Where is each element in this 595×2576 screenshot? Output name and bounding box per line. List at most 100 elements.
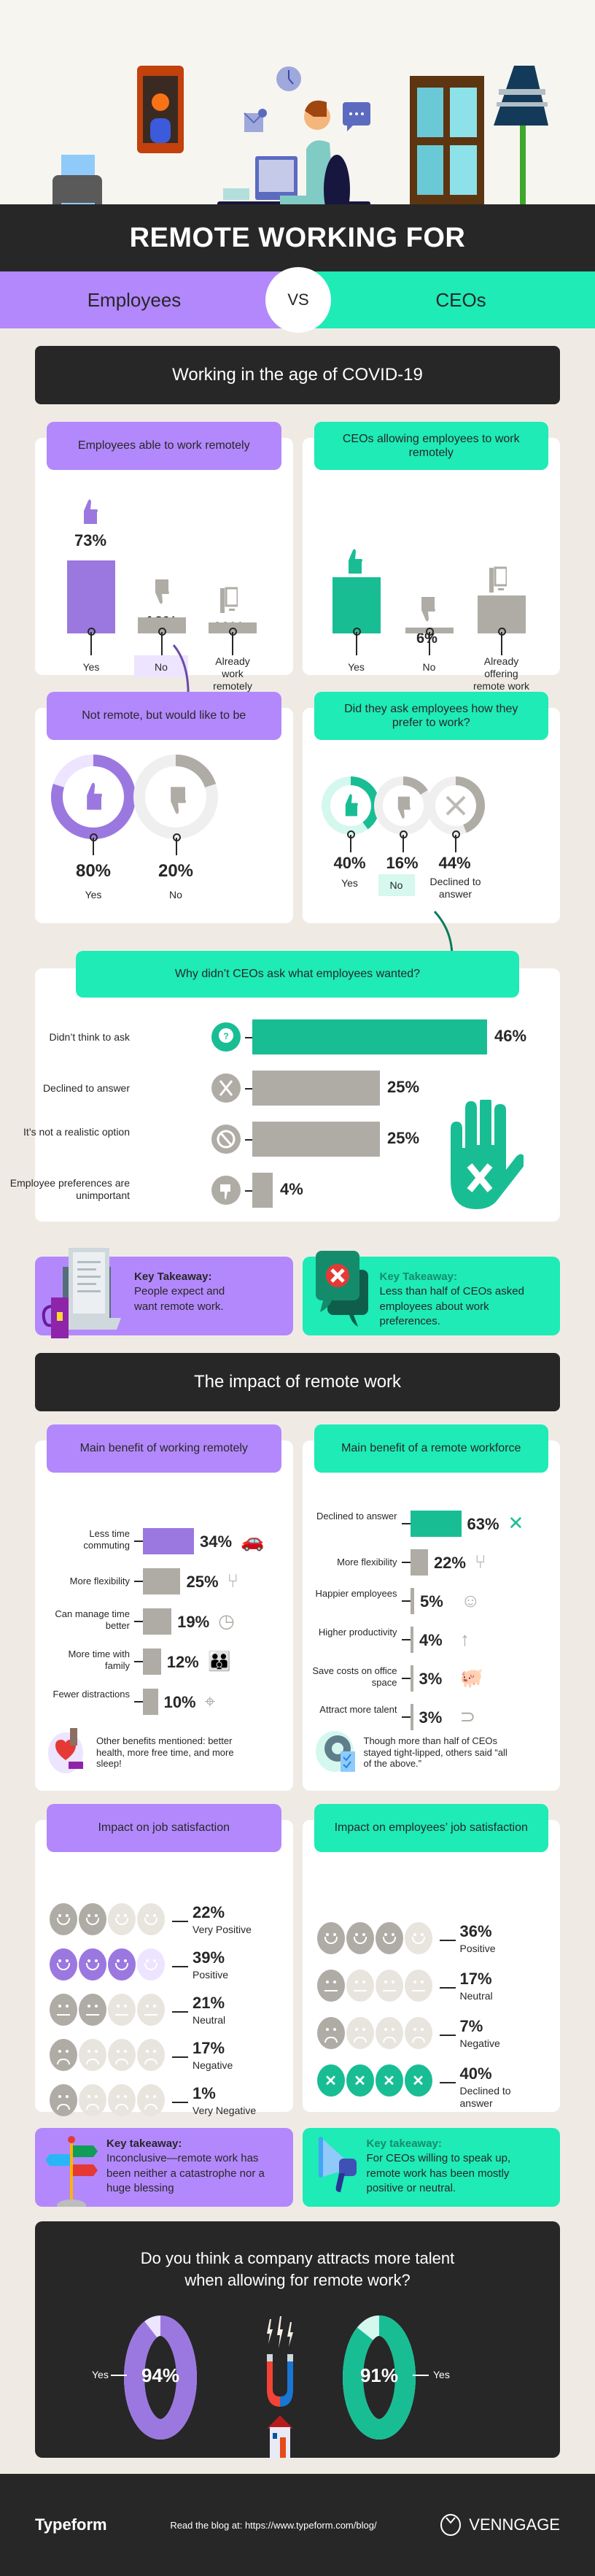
benefit-bar: [143, 1608, 172, 1635]
ceos-label: CEOs: [298, 271, 595, 328]
benefit-label: More flexibility: [337, 1557, 397, 1567]
satisfaction-row: 22% Very Positive: [50, 1903, 293, 1938]
declined-face-icon: ✕: [316, 2064, 345, 2097]
card-benefit-employees: Main benefit of working remotely Less ti…: [35, 1424, 293, 1791]
pointer: [173, 833, 181, 855]
printer-icon: [52, 155, 102, 204]
takeaway-title: Key Takeaway:: [379, 1270, 457, 1283]
label-yes: Yes: [82, 661, 100, 673]
benefit-label: Declined to answer: [316, 1511, 397, 1522]
question-head-icon: ?: [211, 1022, 241, 1052]
section-heading-covid: Working in the age of COVID-19: [35, 346, 560, 404]
happy-face-icon: [137, 1903, 165, 1935]
neutral-face-icon: [108, 1994, 136, 2026]
benefit-row: Less time commuting 34% 🚗: [35, 1528, 293, 1554]
bar-yes: [332, 577, 381, 633]
x-icon: [446, 795, 465, 816]
donut-value-arc: [175, 755, 217, 788]
benefit-pct: 22%: [433, 1554, 466, 1572]
chat-bubble-icon: [343, 102, 370, 131]
card-heading: Employees able to work remotely: [47, 422, 281, 470]
benefit-bar: [410, 1665, 413, 1692]
clock-icon: ◷: [218, 1610, 235, 1632]
declined-face-icon: ✕: [346, 2064, 374, 2097]
benefit-bar: [410, 1588, 415, 1614]
benefit-label: Higher productivity: [318, 1627, 397, 1638]
card-not-remote: Not remote, but would like to be 80% Yes…: [35, 692, 293, 923]
footer: Typeform Read the blog at: https://www.t…: [0, 2474, 595, 2576]
benefit-pct: 63%: [467, 1515, 499, 1533]
pointer: [172, 2011, 188, 2013]
benefit-pct: 19%: [177, 1613, 210, 1631]
neutral-face-icon: [137, 1994, 165, 2026]
pointer: [399, 830, 408, 852]
satisfaction-label: Neutral: [459, 1990, 493, 2002]
why-row: Didn’t think to ask ? 46%: [35, 1019, 560, 1056]
card-satisfaction-employees: Impact on job satisfaction 22% Very Posi…: [35, 1804, 293, 2116]
key-takeaway-employees: Key Takeaway: People expect and want rem…: [35, 1248, 293, 1338]
sad-face-icon: [79, 2084, 106, 2116]
benefit-bar: [410, 1549, 428, 1576]
satisfaction-row: 36% Positive: [316, 1922, 561, 1957]
sad-face-icon: [79, 2039, 106, 2071]
happy-face-icon: [316, 1922, 345, 1954]
benefit-label: Happier employees: [315, 1588, 397, 1599]
vs-badge: VS: [265, 267, 331, 333]
happy-face-icon: [79, 1948, 106, 1981]
pointer: [172, 1921, 188, 1922]
gear-checklist-icon: [315, 1731, 355, 1772]
satisfaction-row: 7% Negative: [316, 2017, 561, 2052]
happy-face-icon: [404, 1922, 432, 1954]
pointer: [172, 2056, 188, 2058]
thumbs-down-icon: [211, 1176, 241, 1205]
satisfaction-pct: 1%: [192, 2084, 216, 2102]
satisfaction-row: 21% Neutral: [50, 1994, 293, 2029]
benefit-label: Less time commuting: [83, 1528, 130, 1551]
infographic: REMOTE WORKING FOR Employees CEOs VS Wor…: [0, 0, 595, 2576]
car-icon: 🚗: [241, 1530, 265, 1551]
satisfaction-label: Negative: [459, 2037, 500, 2049]
pointer: [425, 628, 434, 655]
neutral-face-icon: [79, 1994, 106, 2026]
sad-face-icon: [316, 2017, 345, 2049]
satisfaction-label: Very Positive: [192, 1924, 252, 1935]
satisfaction-label: Negative: [192, 2059, 233, 2071]
label-yes: Yes: [85, 889, 102, 901]
thumbs-up-icon: [345, 794, 358, 817]
x-icon: [211, 1073, 241, 1103]
neutral-face-icon: [375, 1970, 403, 2002]
takeaway-text: Inconclusive—remote work has been neithe…: [106, 2152, 265, 2194]
card-why-not-ask: Why didn’t CEOs ask what employees wante…: [10, 951, 560, 1222]
main-title: REMOTE WORKING FOR: [0, 204, 595, 271]
benefit-row: Attract more talent 3% ⊃: [303, 1704, 561, 1730]
reason-label: Declined to answer: [42, 1082, 130, 1094]
card-heading: Did they ask employees how they prefer t…: [314, 692, 548, 740]
benefit-row: Can manage time better 19% ◷: [35, 1608, 293, 1635]
pointer: [111, 2375, 127, 2376]
benefit-row: More flexibility 22% ⑂: [303, 1549, 561, 1576]
x-icon: ✕: [508, 1512, 524, 1534]
label-already: Already offering remote work: [472, 655, 530, 692]
neutral-face-icon: [346, 1970, 374, 2002]
card-benefit-ceos: Main benefit of a remote workforce Decli…: [302, 1424, 561, 1791]
thumbs-up-icon: [84, 499, 98, 524]
card-did-they-ask: Did they ask employees how they prefer t…: [302, 692, 560, 923]
benefit-pct: 5%: [420, 1592, 443, 1611]
reason-label: Didn’t think to ask: [49, 1031, 131, 1043]
benefit-bar: [410, 1704, 413, 1730]
satisfaction-pct: 40%: [459, 2064, 492, 2083]
target-icon: ⌖: [204, 1690, 216, 1712]
reason-pct: 46%: [494, 1027, 527, 1045]
happy-face-icon: [50, 1903, 77, 1935]
svg-text:?: ?: [223, 1031, 228, 1041]
stop-hand-icon: [451, 1100, 524, 1209]
split-arrow-icon: ⑂: [474, 1551, 486, 1573]
satisfaction-label: Positive: [459, 1943, 496, 1954]
window-icon: [410, 76, 484, 204]
talent-question: Do you think a company attracts more tal…: [140, 2249, 455, 2289]
email-icon: [244, 109, 267, 132]
thumbs-up-icon: [87, 782, 103, 810]
neutral-face-icon: [50, 1994, 77, 2026]
blog-link[interactable]: Read the blog at: https://www.typeform.c…: [170, 2520, 376, 2531]
card-employees-able: Employees able to work remotely 73% Yes …: [35, 422, 293, 692]
